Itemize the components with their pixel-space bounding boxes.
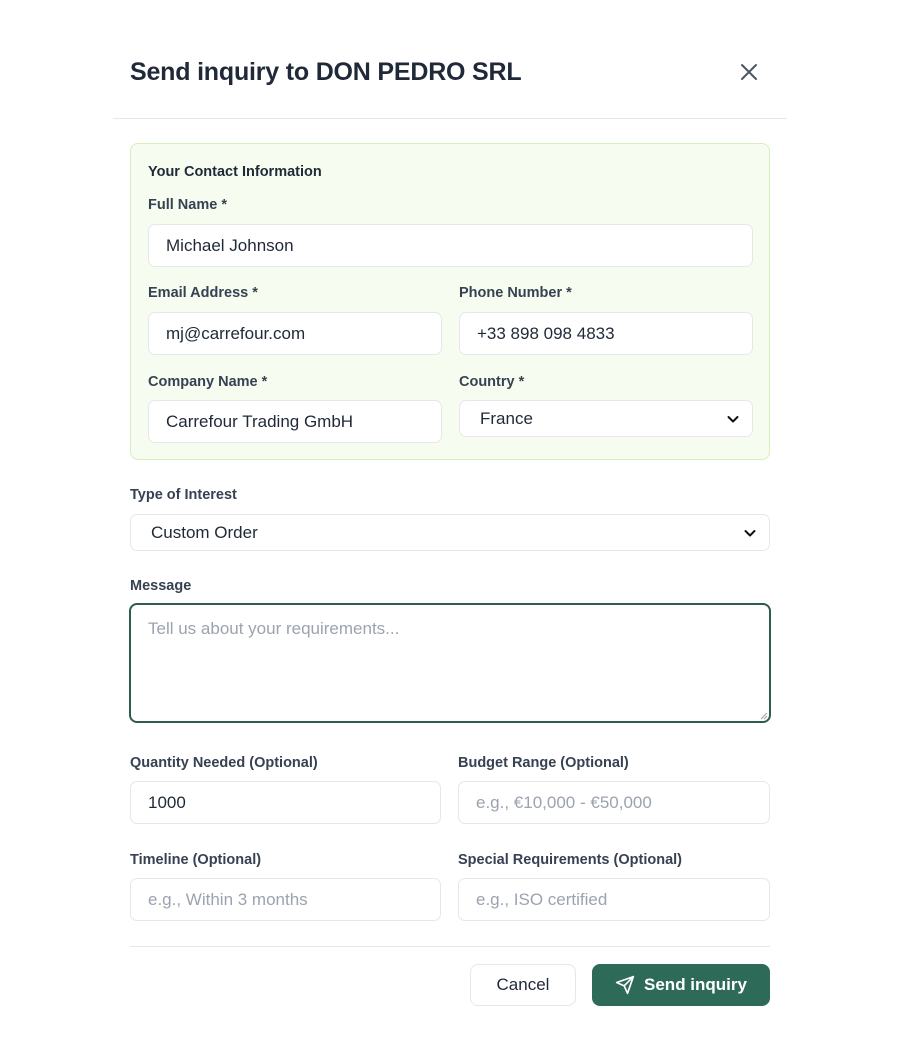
budget-label: Budget Range (Optional): [458, 755, 629, 771]
quantity-label: Quantity Needed (Optional): [130, 755, 318, 771]
interest-select[interactable]: Custom Order: [130, 514, 770, 551]
cancel-button[interactable]: Cancel: [470, 964, 576, 1006]
country-label: Country *: [459, 374, 525, 390]
country-select[interactable]: France: [459, 400, 753, 437]
interest-selected-value: Custom Order: [151, 522, 258, 542]
contact-information-section: Your Contact Information Full Name * Ema…: [130, 143, 770, 460]
phone-input[interactable]: [459, 312, 753, 355]
special-requirements-label: Special Requirements (Optional): [458, 852, 682, 868]
dialog-header: Send inquiry to DON PEDRO SRL: [113, 0, 787, 119]
budget-input[interactable]: [458, 781, 770, 824]
send-inquiry-label: Send inquiry: [644, 975, 747, 994]
quantity-input[interactable]: [130, 781, 441, 824]
send-inquiry-button[interactable]: Send inquiry: [592, 964, 770, 1006]
close-button[interactable]: [737, 60, 761, 84]
email-input[interactable]: [148, 312, 442, 355]
company-label: Company Name *: [148, 374, 268, 390]
dialog-title: Send inquiry to DON PEDRO SRL: [130, 58, 522, 86]
resize-grip-icon[interactable]: [758, 710, 768, 720]
inquiry-dialog: Send inquiry to DON PEDRO SRL Your Conta…: [113, 0, 787, 1049]
company-input[interactable]: [148, 400, 442, 443]
email-label: Email Address *: [148, 285, 258, 301]
timeline-input[interactable]: [130, 878, 441, 921]
country-selected-value: France: [480, 408, 533, 428]
message-textarea[interactable]: [129, 603, 771, 723]
full-name-input[interactable]: [148, 224, 753, 267]
phone-label: Phone Number *: [459, 285, 572, 301]
interest-label: Type of Interest: [130, 487, 237, 503]
footer-divider: [130, 946, 770, 947]
chevron-down-icon: [726, 412, 740, 426]
contact-section-title: Your Contact Information: [148, 164, 322, 180]
chevron-down-icon: [743, 526, 757, 540]
special-requirements-input[interactable]: [458, 878, 770, 921]
message-label: Message: [130, 578, 192, 594]
timeline-label: Timeline (Optional): [130, 852, 262, 868]
full-name-label: Full Name *: [148, 197, 227, 213]
close-icon: [741, 64, 757, 80]
send-icon: [615, 975, 635, 995]
